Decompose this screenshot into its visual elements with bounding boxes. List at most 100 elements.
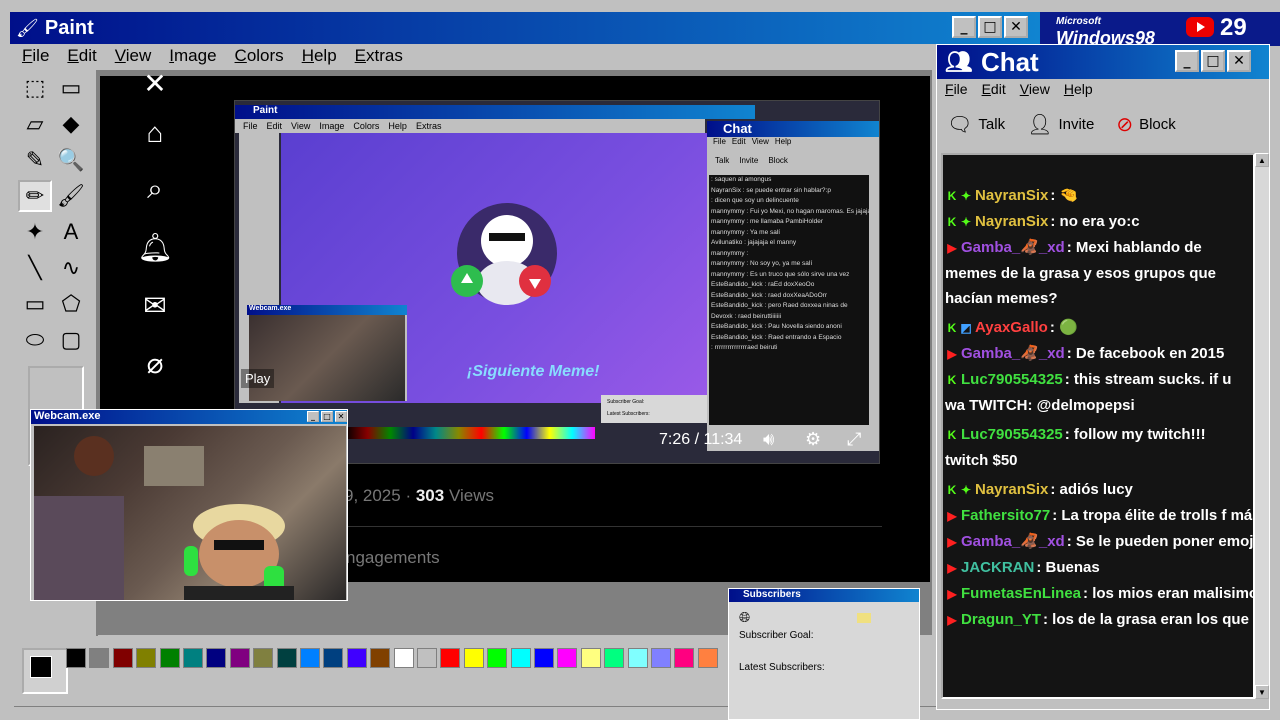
palette-swatch[interactable] bbox=[253, 648, 274, 668]
webcam-window[interactable]: Webcam.exe _ □ ✕ bbox=[30, 409, 348, 601]
chat-minimize-button[interactable]: _ bbox=[1175, 50, 1199, 72]
eraser-icon[interactable]: ▱ bbox=[18, 108, 52, 140]
scroll-down-button[interactable]: ▼ bbox=[1255, 685, 1269, 699]
palette-swatch[interactable] bbox=[510, 648, 531, 668]
palette-swatch[interactable] bbox=[370, 648, 391, 668]
menu-edit[interactable]: Edit bbox=[67, 46, 96, 66]
palette-swatch[interactable] bbox=[697, 648, 718, 668]
rect-select-icon[interactable]: ▭ bbox=[54, 72, 88, 104]
volume-icon[interactable]: 🔊︎ bbox=[763, 429, 774, 450]
palette-swatch[interactable] bbox=[323, 648, 344, 668]
chat-scrollbar[interactable]: ▲ ▼ bbox=[1255, 153, 1269, 699]
palette-swatch[interactable] bbox=[346, 648, 367, 668]
palette-swatch[interactable] bbox=[463, 648, 484, 668]
polygon-icon[interactable]: ⬠ bbox=[54, 288, 88, 320]
chat-username[interactable]: NayranSix bbox=[975, 481, 1048, 498]
palette-swatch[interactable] bbox=[487, 648, 508, 668]
menu-view[interactable]: View bbox=[115, 46, 152, 66]
chat-username[interactable]: NayranSix bbox=[975, 213, 1048, 230]
menu-colors[interactable]: Colors bbox=[235, 46, 284, 66]
chat-username[interactable]: Dragun_YT bbox=[961, 611, 1041, 628]
fill-icon[interactable]: ◆ bbox=[54, 108, 88, 140]
webcam-maximize-button[interactable]: □ bbox=[321, 411, 333, 422]
grok-icon[interactable]: ⌀ bbox=[138, 346, 172, 380]
palette-swatch[interactable] bbox=[417, 648, 437, 668]
palette-swatch[interactable] bbox=[276, 648, 297, 668]
palette-swatch[interactable] bbox=[183, 648, 203, 668]
line-icon[interactable]: ╲ bbox=[18, 252, 52, 284]
palette-swatch[interactable] bbox=[604, 648, 625, 668]
palette-swatch[interactable] bbox=[66, 648, 86, 668]
palette-swatch[interactable] bbox=[229, 648, 250, 668]
palette-swatch[interactable] bbox=[136, 648, 157, 668]
chat-maximize-button[interactable]: □ bbox=[1201, 50, 1225, 72]
chat-username[interactable]: Gamba_🦧_xd bbox=[961, 345, 1065, 362]
curve-icon[interactable]: ∿ bbox=[54, 252, 88, 284]
palette-swatch[interactable] bbox=[580, 648, 601, 668]
chat-username[interactable]: NayranSix bbox=[975, 187, 1048, 204]
scroll-up-button[interactable]: ▲ bbox=[1255, 153, 1269, 167]
chat-window[interactable]: 👥︎ Chat _ □ ✕ File Edit View Help 🗨︎ Talk 👤︎ I… bbox=[936, 44, 1270, 710]
minimize-button[interactable]: _ bbox=[952, 16, 976, 38]
rounded-rect-icon[interactable]: ▢ bbox=[54, 324, 88, 356]
webcam-close-button[interactable]: ✕ bbox=[335, 411, 347, 422]
chat-username[interactable]: Gamba_🦧_xd bbox=[961, 533, 1065, 550]
chat-username[interactable]: JACKRAN bbox=[961, 559, 1034, 576]
rectangle-icon[interactable]: ▭ bbox=[18, 288, 52, 320]
palette-swatch[interactable] bbox=[627, 648, 648, 668]
palette-swatch[interactable] bbox=[89, 648, 110, 668]
color-picker-icon[interactable]: ✎ bbox=[18, 144, 52, 176]
airbrush-icon[interactable]: ✦ bbox=[18, 216, 52, 248]
play-button[interactable]: Play bbox=[241, 369, 275, 388]
free-select-icon[interactable]: ⬚ bbox=[18, 72, 52, 104]
current-colors[interactable] bbox=[22, 648, 68, 694]
chat-menu-edit[interactable]: Edit bbox=[982, 81, 1006, 101]
chat-invite-button[interactable]: 👤︎ Invite bbox=[1027, 112, 1094, 137]
menu-image[interactable]: Image bbox=[169, 46, 216, 66]
palette-swatch[interactable] bbox=[440, 648, 461, 668]
x-logo-icon[interactable]: ✕ bbox=[138, 66, 172, 100]
palette-swatch[interactable] bbox=[534, 648, 554, 668]
settings-icon[interactable]: ⚙ bbox=[805, 429, 821, 450]
video-time: 7:26 / 11:34 bbox=[659, 431, 743, 448]
palette-swatch[interactable] bbox=[300, 648, 320, 668]
home-icon[interactable]: ⌂ bbox=[138, 116, 172, 150]
magnifier-icon[interactable]: 🔍 bbox=[54, 144, 88, 176]
maximize-button[interactable]: □ bbox=[978, 16, 1002, 38]
chat-menu-file[interactable]: File bbox=[945, 81, 968, 101]
palette-swatch[interactable] bbox=[393, 648, 414, 668]
brush-icon[interactable]: 🖌 bbox=[54, 180, 88, 212]
text-icon[interactable]: A bbox=[54, 216, 88, 248]
chat-talk-button[interactable]: 🗨︎ Talk bbox=[947, 112, 1005, 137]
palette-swatch[interactable] bbox=[674, 648, 695, 668]
chat-username[interactable]: FumetasEnLinea bbox=[961, 585, 1081, 602]
foreground-color[interactable] bbox=[30, 656, 52, 678]
mail-icon[interactable]: ✉ bbox=[138, 288, 172, 322]
close-button[interactable]: ✕ bbox=[1004, 16, 1028, 38]
menu-extras[interactable]: Extras bbox=[355, 46, 403, 66]
palette-swatch[interactable] bbox=[206, 648, 227, 668]
search-icon[interactable]: ⌕ bbox=[138, 172, 172, 206]
palette-swatch[interactable] bbox=[651, 648, 671, 668]
chat-menu-view[interactable]: View bbox=[1020, 81, 1050, 101]
chat-close-button[interactable]: ✕ bbox=[1227, 50, 1251, 72]
menu-help[interactable]: Help bbox=[302, 46, 337, 66]
palette-swatch[interactable] bbox=[557, 648, 578, 668]
chat-username[interactable]: Luc790554325 bbox=[961, 371, 1063, 388]
chat-username[interactable]: Gamba_🦧_xd bbox=[961, 239, 1065, 256]
chat-menu-help[interactable]: Help bbox=[1064, 81, 1093, 101]
chat-block-button[interactable]: ⊘ Block bbox=[1116, 112, 1175, 137]
palette-swatch[interactable] bbox=[112, 648, 133, 668]
bell-icon[interactable]: 🔔︎ bbox=[137, 230, 173, 264]
menu-file[interactable]: File bbox=[22, 46, 49, 66]
engagements-link[interactable]: ngagements bbox=[346, 548, 440, 568]
ellipse-icon[interactable]: ⬭ bbox=[18, 324, 52, 356]
fullscreen-icon[interactable]: ⤢ bbox=[847, 429, 861, 450]
video-webcam-feed bbox=[249, 315, 405, 401]
pencil-icon[interactable]: ✏ bbox=[18, 180, 52, 212]
webcam-minimize-button[interactable]: _ bbox=[307, 411, 319, 422]
chat-username[interactable]: AyaxGallo bbox=[975, 319, 1048, 336]
palette-swatch[interactable] bbox=[159, 648, 180, 668]
chat-username[interactable]: Luc790554325 bbox=[961, 426, 1063, 443]
chat-username[interactable]: Fathersito77 bbox=[961, 507, 1050, 524]
